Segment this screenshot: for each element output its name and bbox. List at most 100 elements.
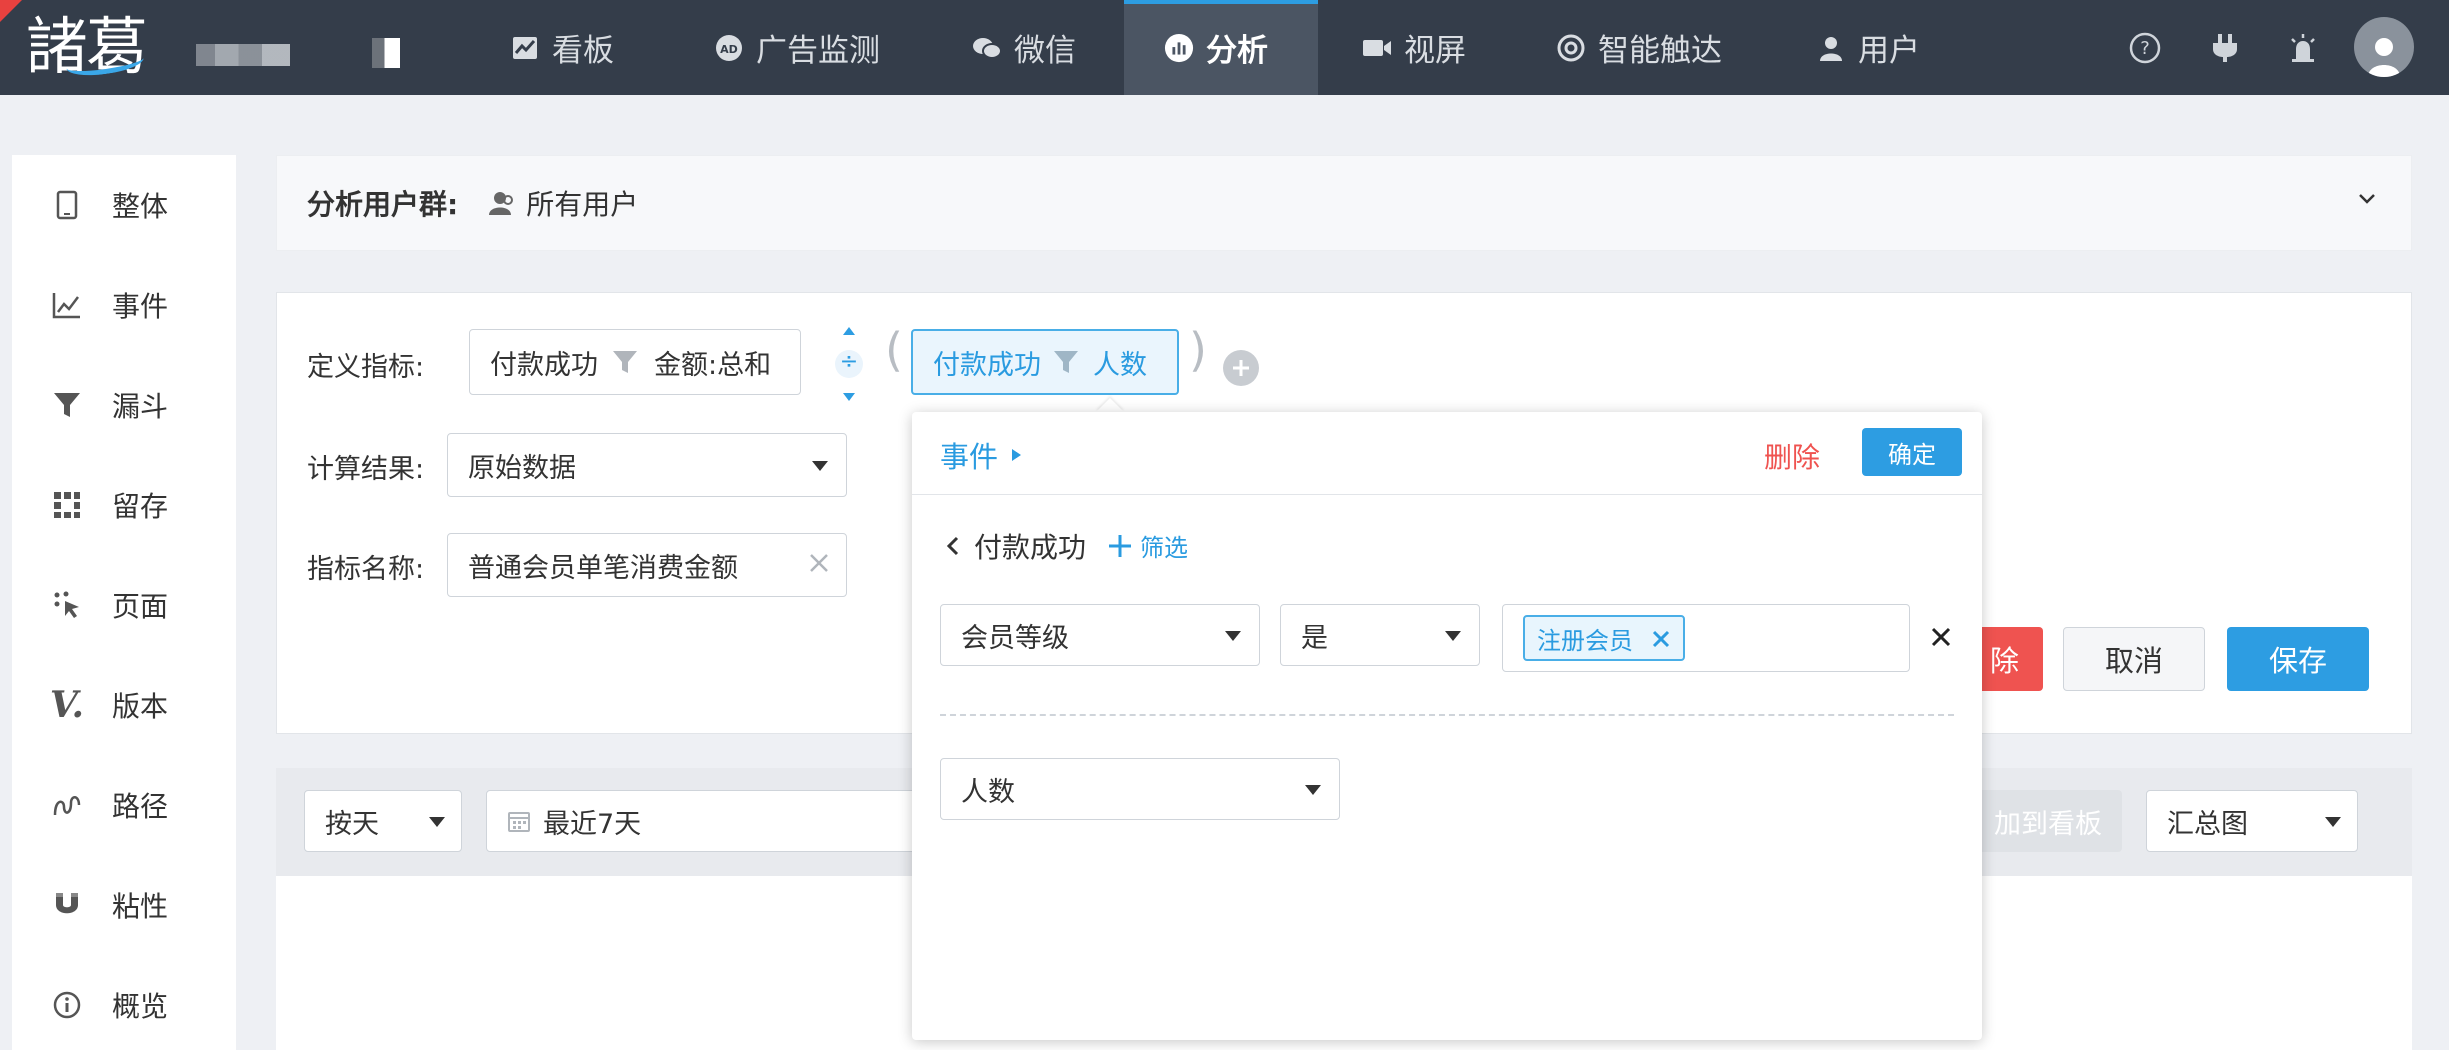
version-icon: V.: [49, 684, 85, 726]
add-filter-label: 筛选: [1140, 534, 1188, 562]
sidebar-item-stickiness[interactable]: 粘性: [12, 855, 236, 955]
sidebar-item-overall[interactable]: 整体: [12, 155, 236, 255]
nav-item-label: 微信: [1014, 33, 1076, 69]
calc-result-select[interactable]: 原始数据: [447, 433, 847, 497]
popover-header-divider: [912, 494, 1982, 495]
open-paren: (: [885, 323, 903, 377]
add-to-dashboard-label: 加到看板: [1994, 808, 2102, 840]
filter-field-select[interactable]: 会员等级: [940, 604, 1260, 666]
interval-select[interactable]: 按天: [304, 790, 462, 852]
sidebar-item-label: 粘性: [112, 890, 169, 923]
top-navigation-bar: 諸葛 看板 AD 广告监测 微信 分析 视屏 智能触达 用户 ?: [0, 0, 2449, 95]
sidebar-item-label: 事件: [112, 290, 169, 323]
ad-icon: AD: [714, 33, 744, 63]
user-icon: [1816, 33, 1846, 63]
user-group-panel[interactable]: 分析用户群: 所有用户: [276, 155, 2412, 251]
sidebar-item-label: 页面: [112, 590, 169, 623]
popover-title[interactable]: 事件: [940, 434, 1022, 476]
nav-item-label: 广告监测: [756, 33, 880, 69]
help-icon[interactable]: ?: [2124, 0, 2166, 95]
remove-tag-icon[interactable]: [1651, 629, 1671, 649]
date-range-picker[interactable]: 最近7天: [486, 790, 926, 852]
alarm-icon[interactable]: [2282, 0, 2324, 95]
sidebar-item-funnel[interactable]: 漏斗: [12, 355, 236, 455]
corner-badge: [0, 0, 22, 22]
nav-item-ad-monitor[interactable]: AD 广告监测: [714, 0, 914, 95]
add-to-dashboard-button[interactable]: 加到看板: [1966, 790, 2122, 852]
remove-filter-icon[interactable]: [1930, 626, 1952, 648]
nav-item-smart-reach[interactable]: 智能触达: [1556, 0, 1736, 95]
sidebar-item-overview[interactable]: 概览: [12, 955, 236, 1050]
denominator-event-name: 付款成功: [933, 349, 1041, 381]
metric-name-input[interactable]: 普通会员单笔消费金额: [447, 533, 847, 597]
sidebar-item-label: 路径: [112, 790, 169, 823]
filter-value-input[interactable]: 注册会员: [1502, 604, 1910, 672]
operator-switch[interactable]: ÷: [833, 325, 865, 403]
filter-value-tag[interactable]: 注册会员: [1523, 615, 1685, 661]
clear-icon[interactable]: [808, 552, 830, 574]
plug-icon[interactable]: [2204, 0, 2246, 95]
nav-item-users[interactable]: 用户: [1816, 0, 1936, 95]
users-icon: [488, 189, 516, 217]
nav-item-video[interactable]: 视屏: [1362, 0, 1482, 95]
sidebar-item-label: 留存: [112, 490, 169, 523]
numerator-event-box[interactable]: 付款成功 金额:总和: [469, 329, 801, 395]
chart-type-select[interactable]: 汇总图: [2146, 790, 2358, 852]
pointer-icon: [42, 591, 92, 619]
info-icon: [42, 991, 92, 1019]
numerator-measure: 金额:总和: [654, 349, 772, 381]
filter-icon[interactable]: [1053, 349, 1079, 375]
tablet-icon: [42, 190, 92, 220]
popover-confirm-button[interactable]: 确定: [1862, 428, 1962, 476]
caret-down-icon: [1225, 631, 1241, 641]
event-config-popover: 事件 删除 确定 付款成功 筛选 会员等级 是 注册会员 人数: [912, 412, 1982, 1040]
sidebar-item-label: 版本: [112, 690, 169, 723]
filter-operator-select[interactable]: 是: [1280, 604, 1480, 666]
sidebar-item-label: 漏斗: [112, 390, 169, 423]
add-filter-link[interactable]: 筛选: [1108, 528, 1188, 563]
nav-item-label: 智能触达: [1598, 33, 1722, 69]
filter-icon[interactable]: [612, 349, 638, 375]
chart-type-value: 汇总图: [2167, 808, 2248, 840]
nav-item-dashboard[interactable]: 看板: [510, 0, 660, 95]
cancel-button[interactable]: 取消: [2063, 627, 2205, 691]
save-button[interactable]: 保存: [2227, 627, 2369, 691]
back-to-event[interactable]: 付款成功: [946, 526, 1086, 566]
blurred-app-switch: [372, 38, 400, 68]
user-group-label: 分析用户群:: [307, 188, 459, 221]
sidebar-item-pages[interactable]: 页面: [12, 555, 236, 655]
sidebar-item-path[interactable]: 路径: [12, 755, 236, 855]
add-term-icon[interactable]: [1222, 349, 1260, 387]
wechat-icon: [972, 33, 1002, 63]
analysis-sidebar: 整体 事件 漏斗 留存 页面 V. 版本 路径 粘性 概览: [12, 155, 236, 1050]
caret-down-icon: [429, 817, 445, 827]
sidebar-item-label: 概览: [112, 990, 169, 1023]
nav-item-label: 视屏: [1404, 33, 1466, 69]
sidebar-item-retention[interactable]: 留存: [12, 455, 236, 555]
dashed-divider: [940, 714, 1954, 716]
caret-right-icon: [1010, 447, 1022, 463]
numerator-event-name: 付款成功: [490, 349, 598, 381]
popover-title-label: 事件: [940, 440, 999, 474]
nav-item-analysis[interactable]: 分析: [1124, 0, 1318, 95]
avatar-icon[interactable]: [2354, 17, 2414, 77]
sidebar-item-label: 整体: [112, 190, 169, 223]
interval-value: 按天: [325, 808, 379, 840]
measure-select[interactable]: 人数: [940, 758, 1340, 820]
nav-item-label: 用户: [1858, 33, 1920, 69]
denominator-event-box[interactable]: 付款成功 人数: [911, 329, 1179, 395]
plus-icon: [1108, 534, 1132, 558]
svg-text:?: ?: [2140, 38, 2150, 59]
popover-arrow: [1096, 398, 1124, 412]
user-group-value[interactable]: 所有用户: [526, 183, 638, 223]
filter-field-value: 会员等级: [961, 622, 1069, 654]
sidebar-item-events[interactable]: 事件: [12, 255, 236, 355]
nav-item-wechat[interactable]: 微信: [972, 0, 1102, 95]
sidebar-item-version[interactable]: V. 版本: [12, 655, 236, 755]
popover-delete-link[interactable]: 删除: [1764, 436, 1820, 476]
chevron-down-icon[interactable]: [2357, 192, 2377, 206]
line-chart-icon: [42, 291, 92, 319]
chevron-left-icon: [946, 535, 960, 557]
caret-down-icon: [812, 461, 828, 471]
caret-down-icon: [1305, 785, 1321, 795]
